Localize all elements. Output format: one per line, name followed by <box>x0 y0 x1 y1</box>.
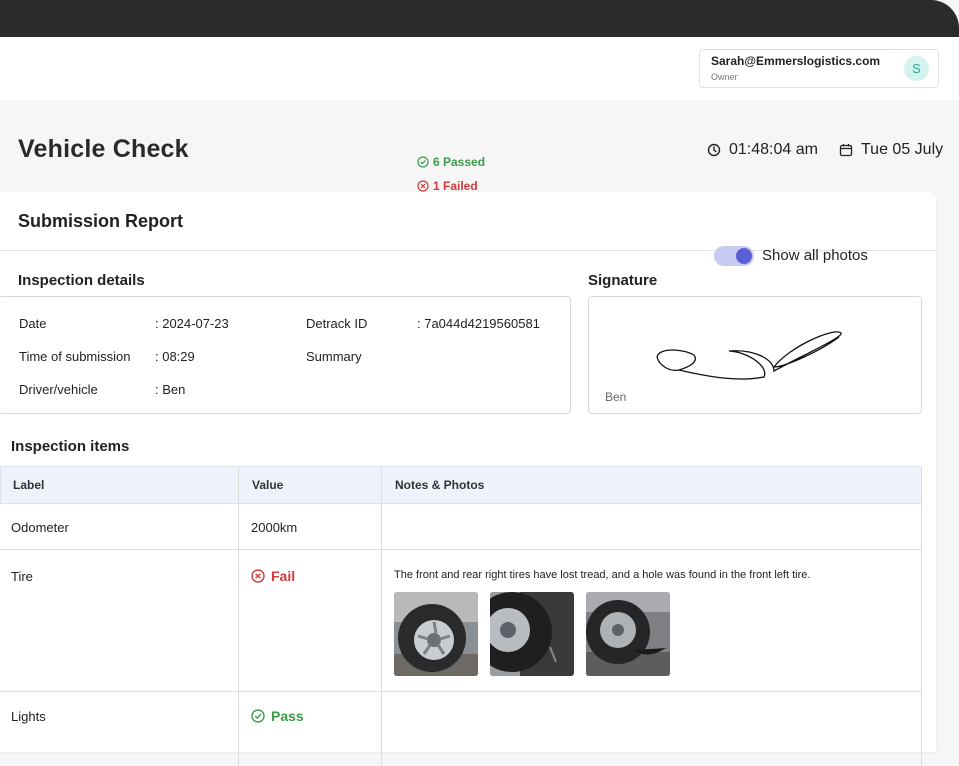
table-border <box>921 466 922 766</box>
tire-photo[interactable] <box>586 592 670 676</box>
row-label: Odometer <box>11 520 69 535</box>
column-divider <box>381 466 382 766</box>
summary-failed-text: 1 Failed <box>433 179 478 193</box>
date-value: : 2024-07-23 <box>155 316 229 331</box>
tire-photo[interactable] <box>490 592 574 676</box>
report-title: Submission Report <box>18 211 184 231</box>
top-bar <box>0 0 959 37</box>
show-all-photos-label: Show all photos <box>762 247 868 264</box>
column-divider <box>238 466 239 766</box>
fail-icon <box>417 180 429 192</box>
detrack-value: : 7a044d4219560581 <box>417 316 540 331</box>
tire-photo[interactable] <box>394 592 478 676</box>
current-time: 01:48:04 am <box>729 141 818 158</box>
detrack-label: Detrack ID <box>306 316 368 331</box>
inspection-items-heading: Inspection items <box>11 438 130 455</box>
calendar-icon <box>839 144 853 157</box>
row-value: 2000km <box>251 520 298 535</box>
user-email: Sarah@Emmerslogistics.com <box>711 54 881 68</box>
column-header-label: Label <box>13 478 45 492</box>
date-label: Date <box>19 316 47 331</box>
row-label: Tire <box>11 569 33 584</box>
signature-heading: Signature <box>588 272 658 289</box>
user-account-card[interactable]: Sarah@Emmerslogistics.com Owner S <box>699 49 939 88</box>
signature-name: Ben <box>605 390 627 404</box>
summary-passed: 6 Passed <box>417 155 485 169</box>
signature-image <box>656 331 842 380</box>
status-badge: Fail <box>251 568 295 584</box>
date-display: Tue 05 July <box>839 141 943 159</box>
summary-label: Summary <box>306 349 362 364</box>
summary-failed: 1 Failed <box>417 179 478 193</box>
driver-label: Driver/vehicle <box>19 382 98 397</box>
row-divider <box>0 691 922 692</box>
signature-box: Ben <box>588 296 922 414</box>
user-role: Owner <box>711 72 738 82</box>
time-value: : 08:29 <box>155 349 195 364</box>
column-header-value: Value <box>252 478 284 492</box>
clock-icon <box>707 143 721 157</box>
time-label: Time of submission <box>19 349 131 364</box>
fail-icon <box>251 569 265 583</box>
header: Sarah@Emmerslogistics.com Owner S <box>0 37 959 100</box>
row-label: Lights <box>11 709 46 724</box>
status-badge: Pass <box>251 708 304 724</box>
row-value: Fail <box>271 568 296 584</box>
avatar[interactable]: S <box>904 56 929 81</box>
summary-passed-text: 6 Passed <box>433 155 486 169</box>
row-value: Pass <box>271 708 304 724</box>
table-header: Label Value Notes & Photos <box>0 466 922 504</box>
check-circle-icon <box>417 156 429 168</box>
current-date: Tue 05 July <box>861 141 944 158</box>
column-header-notes: Notes & Photos <box>395 478 485 492</box>
submission-report-card: Submission Report Inspection details Sig… <box>0 192 936 766</box>
show-all-photos-toggle[interactable] <box>714 246 754 266</box>
check-circle-icon <box>251 709 265 723</box>
driver-value: : Ben <box>155 382 186 397</box>
inspection-details-heading: Inspection details <box>18 272 145 289</box>
inspection-details-box: Date : 2024-07-23 Time of submission : 0… <box>0 296 571 414</box>
page-title: Vehicle Check <box>18 135 189 163</box>
row-note: The front and rear right tires have lost… <box>394 569 811 581</box>
toggle-knob <box>736 248 752 264</box>
row-divider <box>0 549 922 550</box>
time-display: 01:48:04 am <box>707 141 818 159</box>
